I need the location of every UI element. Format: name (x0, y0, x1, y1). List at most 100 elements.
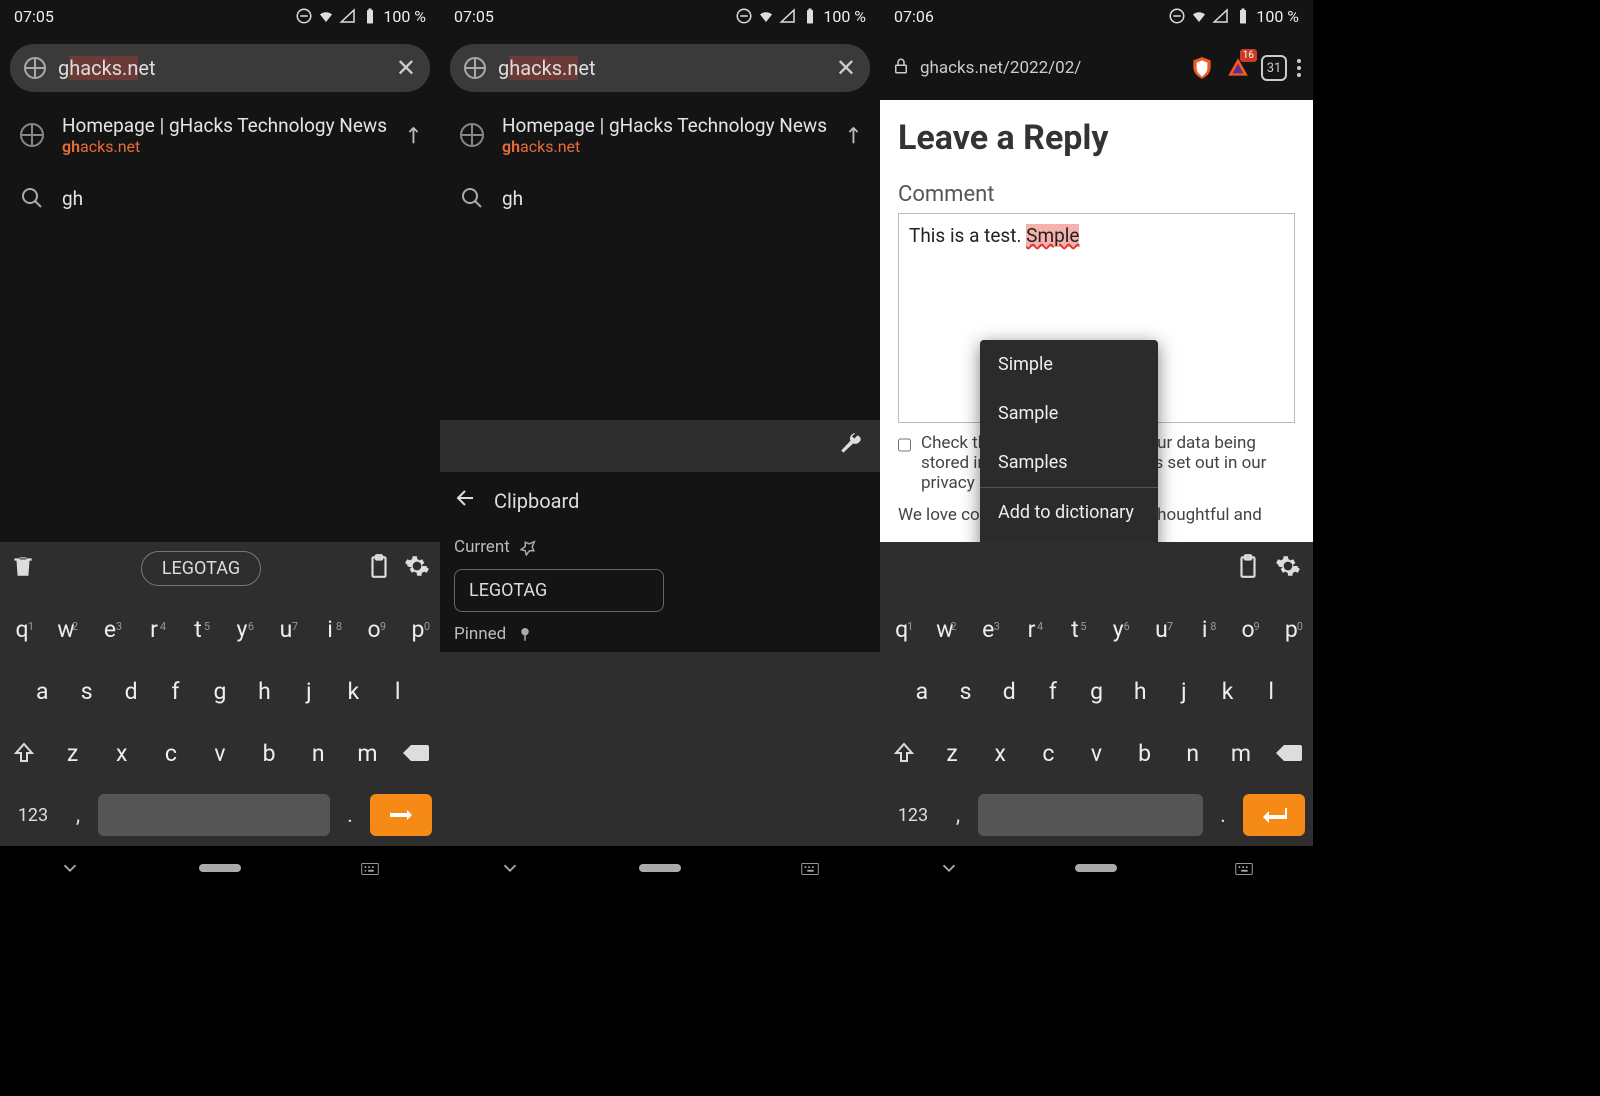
keyboard[interactable]: 1q 2w 3e 4r 5t 6y 7u 8i 9o 0p a s d f g … (880, 594, 1313, 846)
key-f[interactable]: f (153, 678, 197, 705)
key-g[interactable]: g (1075, 678, 1119, 705)
key-p[interactable]: 0p (396, 616, 440, 643)
consent-checkbox[interactable] (898, 437, 911, 453)
key-x[interactable]: x (97, 740, 146, 767)
suggestion-search[interactable]: gh (0, 170, 440, 226)
gear-icon[interactable] (1275, 553, 1301, 583)
numeric-key[interactable]: 123 (8, 805, 58, 826)
address-bar[interactable]: ghacks.net/2022/02/ 16 31 (886, 44, 1307, 92)
key-c[interactable]: c (146, 740, 195, 767)
backspace-key[interactable] (392, 741, 440, 765)
key-g[interactable]: g (198, 678, 242, 705)
address-bar[interactable]: ghacks.net ✕ (10, 44, 430, 92)
key-n[interactable]: n (1169, 740, 1217, 767)
key-e[interactable]: 3e (88, 616, 132, 643)
nav-home-pill[interactable] (199, 864, 241, 872)
clipboard-icon[interactable] (1235, 553, 1261, 583)
key-c[interactable]: c (1024, 740, 1072, 767)
go-key[interactable] (370, 794, 432, 836)
tab-count[interactable]: 31 (1261, 55, 1287, 81)
clear-icon[interactable]: ✕ (396, 54, 416, 82)
key-s[interactable]: s (64, 678, 108, 705)
key-d[interactable]: d (987, 678, 1031, 705)
brave-rewards-icon[interactable]: 16 (1225, 55, 1251, 81)
suggestion-search[interactable]: gh (440, 170, 880, 226)
nav-down-icon[interactable] (938, 857, 960, 879)
menu-icon[interactable] (1297, 59, 1301, 77)
key-u[interactable]: 7u (1140, 616, 1183, 643)
menu-item-delete[interactable]: Delete (980, 537, 1158, 542)
key-m[interactable]: m (343, 740, 392, 767)
key-s[interactable]: s (944, 678, 988, 705)
period-key[interactable]: . (1209, 803, 1237, 828)
menu-item-samples[interactable]: Samples (980, 438, 1158, 487)
key-p[interactable]: 0p (1270, 616, 1313, 643)
nav-down-icon[interactable] (499, 857, 521, 879)
period-key[interactable]: . (336, 803, 364, 828)
key-a[interactable]: a (900, 678, 944, 705)
keyboard[interactable]: 1q 2w 3e 4r 5t 6y 7u 8i 9o 0p a s d f g … (0, 594, 440, 846)
key-t[interactable]: 5t (176, 616, 220, 643)
address-bar[interactable]: ghacks.net ✕ (450, 44, 870, 92)
key-i[interactable]: 8i (1183, 616, 1226, 643)
key-b[interactable]: b (1121, 740, 1169, 767)
key-u[interactable]: 7u (264, 616, 308, 643)
key-y[interactable]: 6y (220, 616, 264, 643)
key-o[interactable]: 9o (352, 616, 396, 643)
nav-keyboard-icon[interactable] (799, 857, 821, 879)
key-q[interactable]: 1q (880, 616, 923, 643)
key-w[interactable]: 2w (44, 616, 88, 643)
url-text[interactable]: ghacks.net (498, 56, 824, 80)
key-l[interactable]: l (376, 678, 420, 705)
brave-shield-icon[interactable] (1189, 55, 1215, 81)
menu-item-simple[interactable]: Simple (980, 340, 1158, 389)
space-key[interactable] (978, 794, 1203, 836)
menu-item-sample[interactable]: Sample (980, 389, 1158, 438)
comma-key[interactable]: , (944, 803, 972, 828)
key-k[interactable]: k (1206, 678, 1250, 705)
menu-item-add-dictionary[interactable]: Add to dictionary (980, 487, 1158, 537)
gear-icon[interactable] (404, 553, 430, 583)
nav-home-pill[interactable] (1075, 864, 1117, 872)
key-v[interactable]: v (1072, 740, 1120, 767)
key-e[interactable]: 3e (967, 616, 1010, 643)
key-h[interactable]: h (1118, 678, 1162, 705)
key-j[interactable]: j (1162, 678, 1206, 705)
key-r[interactable]: 4r (1010, 616, 1053, 643)
shift-key[interactable] (880, 741, 928, 765)
key-y[interactable]: 6y (1096, 616, 1139, 643)
nav-down-icon[interactable] (59, 857, 81, 879)
numeric-key[interactable]: 123 (888, 805, 938, 826)
nav-keyboard-icon[interactable] (1233, 857, 1255, 879)
key-k[interactable]: k (331, 678, 375, 705)
nav-keyboard-icon[interactable] (359, 857, 381, 879)
url-text[interactable]: ghacks.net/2022/02/ (920, 58, 1179, 78)
key-z[interactable]: z (48, 740, 97, 767)
insert-arrow-icon[interactable]: ↖ (397, 120, 428, 151)
key-l[interactable]: l (1249, 678, 1293, 705)
key-h[interactable]: h (242, 678, 286, 705)
key-b[interactable]: b (245, 740, 294, 767)
space-key[interactable] (98, 794, 330, 836)
nav-home-pill[interactable] (639, 864, 681, 872)
enter-key[interactable] (1243, 794, 1305, 836)
key-a[interactable]: a (20, 678, 64, 705)
backspace-key[interactable] (1265, 741, 1313, 765)
key-i[interactable]: 8i (308, 616, 352, 643)
key-x[interactable]: x (976, 740, 1024, 767)
wrench-icon[interactable] (838, 431, 864, 461)
clipboard-chip[interactable]: LEGOTAG (141, 551, 261, 586)
insert-arrow-icon[interactable]: ↖ (837, 120, 868, 151)
shift-key[interactable] (0, 741, 48, 765)
back-icon[interactable] (454, 486, 478, 515)
clipboard-icon[interactable] (366, 553, 392, 583)
key-j[interactable]: j (287, 678, 331, 705)
key-r[interactable]: 4r (132, 616, 176, 643)
misspelled-word[interactable]: Smple (1026, 224, 1079, 247)
key-t[interactable]: 5t (1053, 616, 1096, 643)
clipboard-item[interactable]: LEGOTAG (454, 569, 664, 612)
comma-key[interactable]: , (64, 803, 92, 828)
suggestion-history[interactable]: Homepage | gHacks Technology News ghacks… (0, 100, 440, 170)
url-text[interactable]: ghacks.net (58, 56, 384, 80)
key-n[interactable]: n (294, 740, 343, 767)
